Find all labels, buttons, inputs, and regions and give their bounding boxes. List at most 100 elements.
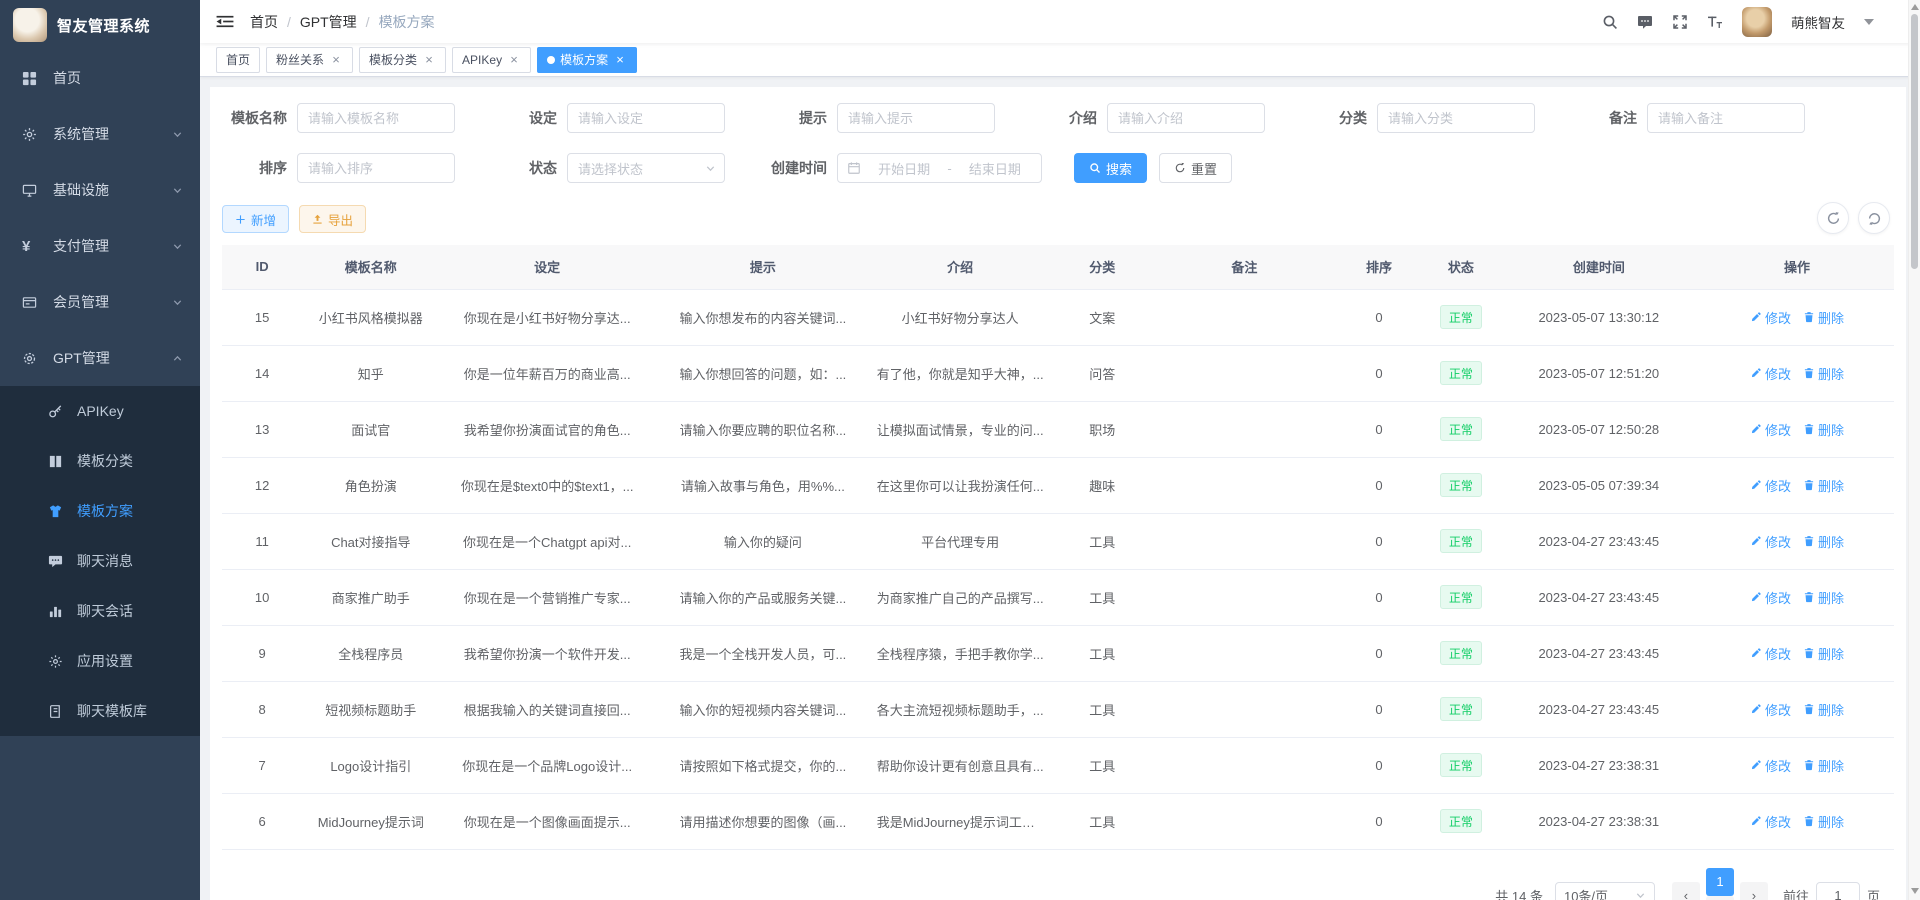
goto-page-input[interactable] <box>1816 882 1860 900</box>
sidebar-subitem-6[interactable]: 聊天模板库 <box>0 686 200 736</box>
caret-down-icon[interactable] <box>1864 19 1874 25</box>
page-button-1[interactable]: 1 <box>1706 868 1734 896</box>
page-button-2[interactable]: 2 <box>1706 896 1734 900</box>
sidebar-subitem-4[interactable]: 聊天会话 <box>0 586 200 636</box>
date-range-picker[interactable]: 开始日期 - 结束日期 <box>837 153 1042 183</box>
form-field-input-3[interactable] <box>1107 103 1265 133</box>
edit-link[interactable]: 修改 <box>1750 588 1791 607</box>
edit-link[interactable]: 修改 <box>1750 812 1791 831</box>
next-page-button[interactable]: › <box>1740 882 1768 900</box>
breadcrumb-item-gpt[interactable]: GPT管理 <box>300 12 357 32</box>
tab-0[interactable]: 首页 <box>216 47 260 73</box>
table-row: 13面试官我希望你扮演面试官的角色...请输入你要应聘的职位名称...让模拟面试… <box>222 401 1894 457</box>
edit-link[interactable]: 修改 <box>1750 476 1791 495</box>
chevron-down-icon <box>172 294 184 310</box>
edit-link[interactable]: 修改 <box>1750 308 1791 327</box>
cell-remark <box>1155 737 1334 793</box>
cell-operations: 修改删除 <box>1700 345 1894 401</box>
cell-name: Logo设计指引 <box>302 737 439 793</box>
form-field-input-2[interactable] <box>837 103 995 133</box>
fullscreen-icon[interactable] <box>1672 14 1688 30</box>
edit-link[interactable]: 修改 <box>1750 644 1791 663</box>
cell-status: 正常 <box>1424 737 1498 793</box>
form-field-input-1[interactable] <box>567 103 725 133</box>
edit-link[interactable]: 修改 <box>1750 532 1791 551</box>
delete-link[interactable]: 删除 <box>1803 476 1844 495</box>
sidebar-subitem-3[interactable]: 聊天消息 <box>0 536 200 586</box>
tab-4[interactable]: 模板方案× <box>537 47 637 73</box>
cell-remark <box>1155 681 1334 737</box>
delete-link[interactable]: 删除 <box>1803 308 1844 327</box>
user-avatar[interactable] <box>1742 7 1772 37</box>
tab-2[interactable]: 模板分类× <box>359 47 446 73</box>
hamburger-icon[interactable] <box>216 14 234 29</box>
form-field-input-5[interactable] <box>1647 103 1805 133</box>
delete-link[interactable]: 删除 <box>1803 532 1844 551</box>
cell-name: 角色扮演 <box>302 457 439 513</box>
sidebar-item-0[interactable]: 首页 <box>0 50 200 106</box>
message-icon[interactable] <box>1637 14 1653 30</box>
edit-link[interactable]: 修改 <box>1750 700 1791 719</box>
tab-close-icon[interactable]: × <box>613 53 627 67</box>
reset-button[interactable]: 重置 <box>1159 153 1232 183</box>
tab-close-icon[interactable]: × <box>507 53 521 67</box>
delete-link[interactable]: 删除 <box>1803 812 1844 831</box>
breadcrumb-item-home[interactable]: 首页 <box>250 12 278 32</box>
user-name[interactable]: 萌熊智友 <box>1791 12 1845 32</box>
delete-link[interactable]: 删除 <box>1803 588 1844 607</box>
font-size-icon[interactable] <box>1707 14 1723 30</box>
sidebar-subitem-1[interactable]: 模板分类 <box>0 436 200 486</box>
form-field-input-0[interactable] <box>297 103 455 133</box>
sidebar-item-1[interactable]: 系统管理 <box>0 106 200 162</box>
search-button[interactable]: 搜索 <box>1074 153 1147 183</box>
delete-link[interactable]: 删除 <box>1803 644 1844 663</box>
sidebar-subitem-0[interactable]: APIKey <box>0 386 200 436</box>
sidebar: 智友管理系统 首页系统管理基础设施¥支付管理会员管理GPT管理APIKey模板分… <box>0 0 200 900</box>
tab-close-icon[interactable]: × <box>329 53 343 67</box>
table-header-row: ID模板名称设定提示介绍分类备注排序状态创建时间操作 <box>222 245 1894 289</box>
cell-category: 工具 <box>1050 569 1155 625</box>
add-button[interactable]: 新增 <box>222 205 289 233</box>
edit-icon <box>1750 591 1762 603</box>
cell-prompt: 请输入故事与角色，用%%... <box>655 457 871 513</box>
scroll-down-icon[interactable] <box>1911 888 1919 894</box>
scroll-up-icon[interactable] <box>1911 4 1919 10</box>
prev-page-button[interactable]: ‹ <box>1672 882 1700 900</box>
cell-category: 工具 <box>1050 793 1155 849</box>
delete-link[interactable]: 删除 <box>1803 756 1844 775</box>
chevron-down-icon <box>172 126 184 142</box>
status-select[interactable]: 请选择状态 <box>567 153 725 183</box>
sidebar-item-5[interactable]: GPT管理 <box>0 330 200 386</box>
sort-input[interactable] <box>297 153 455 183</box>
delete-link-label: 删除 <box>1818 812 1844 831</box>
edit-link[interactable]: 修改 <box>1750 420 1791 439</box>
sidebar-subitem-2[interactable]: 模板方案 <box>0 486 200 536</box>
sidebar-item-3[interactable]: ¥支付管理 <box>0 218 200 274</box>
status-badge: 正常 <box>1440 753 1482 777</box>
sidebar-subitem-5[interactable]: 应用设置 <box>0 636 200 686</box>
status-badge: 正常 <box>1440 417 1482 441</box>
delete-link-label: 删除 <box>1818 476 1844 495</box>
vertical-scrollbar[interactable] <box>1908 0 1920 900</box>
delete-link[interactable]: 删除 <box>1803 420 1844 439</box>
form-field-input-4[interactable] <box>1377 103 1535 133</box>
cell-name: 面试官 <box>302 401 439 457</box>
refresh-button[interactable] <box>1817 202 1849 234</box>
delete-link[interactable]: 删除 <box>1803 364 1844 383</box>
delete-link[interactable]: 删除 <box>1803 700 1844 719</box>
sidebar-item-4[interactable]: 会员管理 <box>0 274 200 330</box>
status-badge: 正常 <box>1440 473 1482 497</box>
edit-link[interactable]: 修改 <box>1750 364 1791 383</box>
page-size-select[interactable]: 10条/页 <box>1555 882 1655 900</box>
tab-3[interactable]: APIKey× <box>452 47 531 73</box>
edit-link[interactable]: 修改 <box>1750 756 1791 775</box>
chevron-up-icon <box>172 350 184 366</box>
tab-1[interactable]: 粉丝关系× <box>266 47 353 73</box>
scrollbar-thumb[interactable] <box>1911 14 1918 269</box>
delete-icon <box>1803 367 1815 379</box>
sync-button[interactable] <box>1858 202 1890 234</box>
tab-close-icon[interactable]: × <box>422 53 436 67</box>
sidebar-item-2[interactable]: 基础设施 <box>0 162 200 218</box>
search-icon[interactable] <box>1602 14 1618 30</box>
export-button[interactable]: 导出 <box>299 205 366 233</box>
